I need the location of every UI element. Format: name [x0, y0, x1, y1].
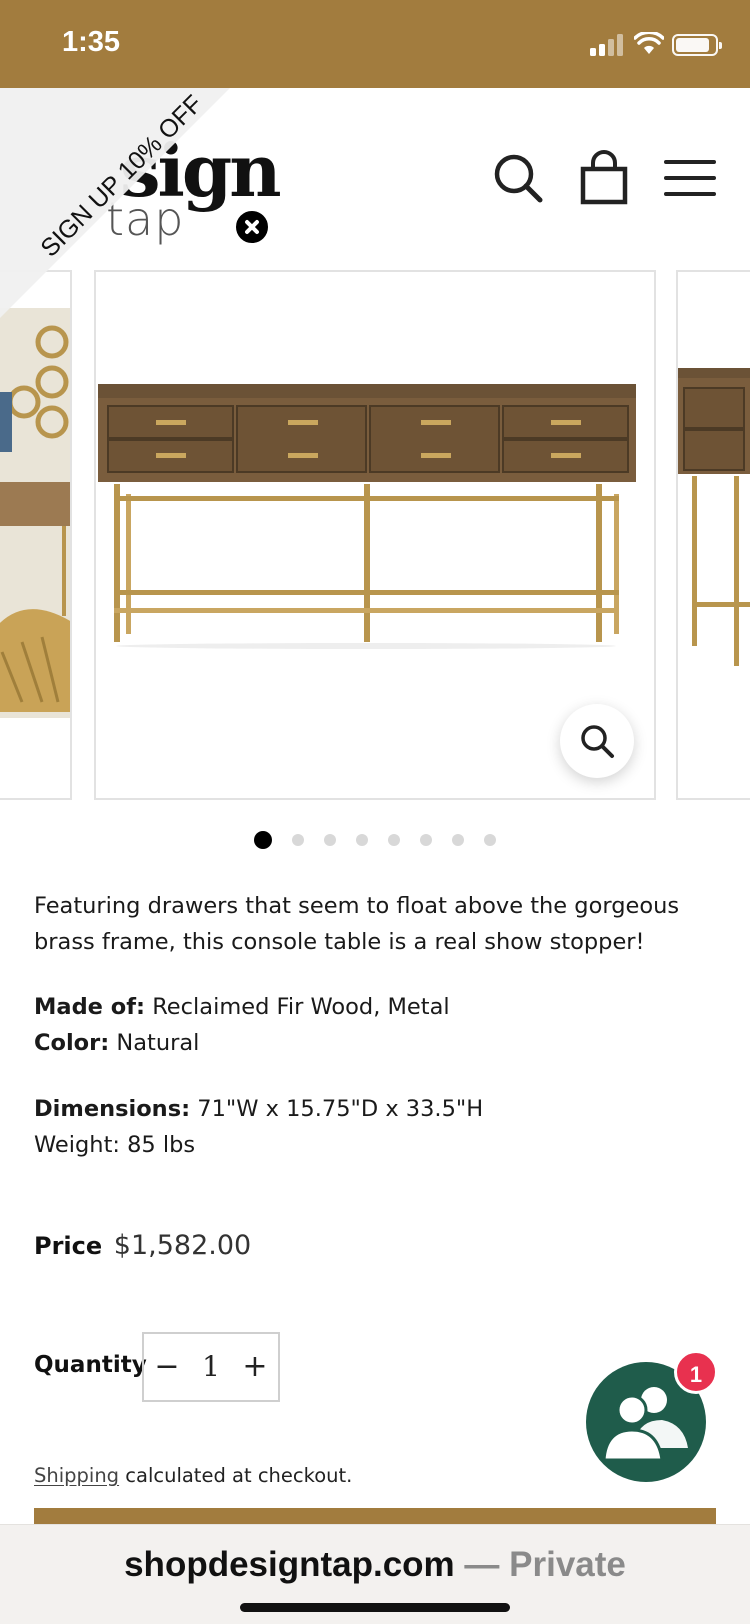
- wifi-icon: [634, 32, 664, 54]
- console-table-angle-image: [678, 272, 750, 798]
- close-icon[interactable]: [233, 208, 271, 246]
- spec-made-of-value: Reclaimed Fir Wood, Metal: [152, 994, 450, 1020]
- battery-icon: [672, 34, 722, 56]
- product-description: Featuring drawers that seem to float abo…: [34, 893, 680, 955]
- spec-made-of-label: Made of:: [34, 994, 146, 1020]
- search-icon[interactable]: [490, 150, 546, 206]
- gallery-dot[interactable]: [484, 834, 496, 846]
- browser-private-label: — Private: [454, 1545, 626, 1584]
- spec-dimensions-value: 71"W x 15.75"D x 33.5"H: [197, 1096, 484, 1122]
- menu-icon[interactable]: [662, 150, 718, 206]
- product-gallery[interactable]: [0, 270, 750, 800]
- price-row: Price $1,582.00: [34, 1230, 251, 1261]
- gallery-slide-next[interactable]: [676, 270, 750, 800]
- chat-people-icon: [604, 1387, 688, 1462]
- gallery-slide-previous[interactable]: [0, 270, 72, 800]
- quantity-stepper: − 1 +: [142, 1332, 280, 1402]
- signal-icon: [590, 34, 623, 56]
- price-label: Price: [34, 1232, 103, 1260]
- console-table-lifestyle-image: [0, 272, 70, 798]
- status-time: 1:35: [62, 26, 121, 58]
- gallery-dot[interactable]: [324, 834, 336, 846]
- price-value: $1,582.00: [113, 1230, 252, 1261]
- gallery-dot[interactable]: [452, 834, 464, 846]
- shipping-link[interactable]: Shipping: [34, 1464, 119, 1487]
- shipping-note: Shipping calculated at checkout.: [34, 1464, 352, 1487]
- spec-dimensions-label: Dimensions:: [34, 1096, 191, 1122]
- gallery-dot[interactable]: [420, 834, 432, 846]
- browser-domain: shopdesigntap.com: [124, 1545, 455, 1584]
- zoom-button[interactable]: [560, 704, 634, 778]
- gallery-dot[interactable]: [388, 834, 400, 846]
- shipping-text: calculated at checkout.: [119, 1464, 353, 1487]
- home-indicator[interactable]: [240, 1603, 510, 1612]
- quantity-input[interactable]: 1: [190, 1334, 232, 1400]
- spec-dimensions: Dimensions: 71"W x 15.75"D x 33.5"H: [34, 1091, 483, 1127]
- quantity-increase-button[interactable]: +: [232, 1334, 278, 1400]
- spec-color-label: Color:: [34, 1030, 110, 1056]
- spec-color: Color: Natural: [34, 1025, 199, 1061]
- spec-weight: Weight: 85 lbs: [34, 1132, 196, 1158]
- add-to-cart-button[interactable]: [34, 1508, 716, 1524]
- gallery-pagination: [0, 828, 750, 852]
- quantity-decrease-button[interactable]: −: [144, 1334, 190, 1400]
- browser-url[interactable]: shopdesigntap.com — Private: [0, 1545, 750, 1585]
- gallery-dot[interactable]: [292, 834, 304, 846]
- zoom-icon: [581, 725, 614, 758]
- spec-color-value: Natural: [116, 1030, 200, 1056]
- gallery-dot-active[interactable]: [254, 831, 272, 849]
- quantity-label: Quantity: [34, 1352, 147, 1378]
- spec-made-of: Made of: Reclaimed Fir Wood, Metal: [34, 989, 450, 1025]
- chat-notification-badge: 1: [674, 1350, 718, 1394]
- browser-address-bar[interactable]: shopdesigntap.com — Private: [0, 1524, 750, 1624]
- status-bar: 1:35: [0, 0, 750, 88]
- gallery-dot[interactable]: [356, 834, 368, 846]
- shopping-bag-icon[interactable]: [576, 150, 632, 206]
